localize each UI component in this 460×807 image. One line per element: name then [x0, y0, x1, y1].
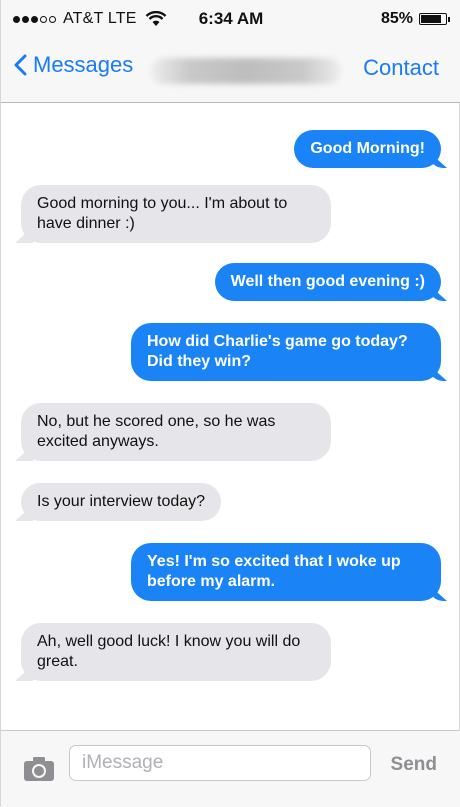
battery-percent: 85% [380, 10, 413, 27]
back-button[interactable]: Messages [13, 52, 133, 78]
message-bubble-received: Good morning to you... I'm about to have… [21, 185, 331, 243]
message-bubble-sent: Well then good evening :) [214, 263, 441, 301]
imessage-input[interactable] [69, 745, 371, 781]
message-bubble-sent: How did Charlie's game go today? Did the… [131, 323, 441, 381]
message-bubble-received: No, but he scored one, so he was excited… [21, 403, 331, 461]
message-composer: Send [1, 730, 460, 807]
navigation-bar: Messages Contact [1, 40, 460, 103]
message-bubble-sent: Good Morning! [294, 130, 441, 168]
phone-screen: AT&T LTE 6:34 AM 85% Messages Contact Go… [0, 0, 460, 807]
message-thread: Good Morning! Good morning to you... I'm… [1, 103, 460, 729]
status-right: 85% [380, 10, 450, 28]
status-bar: AT&T LTE 6:34 AM 85% [1, 0, 460, 40]
redacted-contact-name [151, 58, 341, 84]
message-bubble-sent: Yes! I'm so excited that I woke up befor… [131, 543, 441, 601]
back-button-label: Messages [33, 52, 134, 77]
message-bubble-received: Is your interview today? [21, 483, 222, 521]
contact-button[interactable]: Contact [363, 55, 439, 81]
camera-icon[interactable] [23, 756, 55, 782]
chevron-left-icon [14, 54, 27, 76]
send-button[interactable]: Send [391, 754, 437, 776]
battery-icon [419, 13, 450, 25]
message-bubble-received: Ah, well good luck! I know you will do g… [21, 623, 331, 681]
